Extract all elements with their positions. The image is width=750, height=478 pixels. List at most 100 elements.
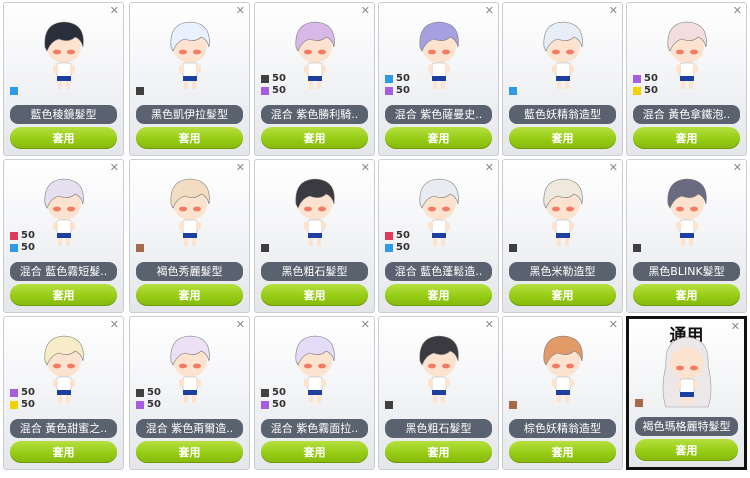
- mix-ratio: 50: [21, 399, 35, 410]
- apply-button[interactable]: 套用: [385, 441, 492, 463]
- color-swatch: [10, 401, 18, 409]
- color-swatch: [10, 244, 18, 252]
- character-preview: [29, 329, 99, 407]
- hair-card: ✕ 50 50 混合 藍色霧短髮.. 套用: [3, 159, 124, 313]
- character-preview: [528, 15, 598, 93]
- close-icon[interactable]: ✕: [733, 162, 742, 173]
- hair-name-label: 褐色秀麗髮型: [136, 262, 243, 281]
- color-swatch: [509, 87, 517, 95]
- mix-ratio: 50: [396, 230, 410, 241]
- color-swatches: [509, 85, 520, 97]
- swatch-row: 50: [261, 399, 286, 411]
- close-icon[interactable]: ✕: [485, 319, 494, 330]
- character-preview: [528, 329, 598, 407]
- close-icon[interactable]: ✕: [485, 5, 494, 16]
- swatch-row: 50: [633, 73, 658, 85]
- hair-name-label: 黑色BLINK髮型: [633, 262, 740, 281]
- character-preview: [29, 172, 99, 250]
- apply-button[interactable]: 套用: [136, 441, 243, 463]
- character-preview: [155, 172, 225, 250]
- apply-button[interactable]: 套用: [261, 127, 368, 149]
- hair-card: ✕ 藍色稜鏡髮型 套用: [3, 2, 124, 156]
- mix-ratio: 50: [396, 242, 410, 253]
- close-icon[interactable]: ✕: [110, 5, 119, 16]
- mix-ratio: 50: [21, 230, 35, 241]
- color-swatch: [136, 87, 144, 95]
- close-icon[interactable]: ✕: [110, 162, 119, 173]
- hair-name-label: 混合 黃色拿鐵泡..: [633, 105, 740, 124]
- apply-button[interactable]: 套用: [10, 441, 117, 463]
- apply-button[interactable]: 套用: [509, 441, 616, 463]
- apply-button[interactable]: 套用: [509, 127, 616, 149]
- apply-button[interactable]: 套用: [261, 441, 368, 463]
- color-swatch: [136, 244, 144, 252]
- apply-button[interactable]: 套用: [136, 284, 243, 306]
- apply-button[interactable]: 套用: [136, 127, 243, 149]
- close-icon[interactable]: ✕: [361, 5, 370, 16]
- close-icon[interactable]: ✕: [733, 5, 742, 16]
- color-swatch: [633, 244, 641, 252]
- mix-ratio: 50: [644, 85, 658, 96]
- hair-card: ✕ 50 50 混合 紫色勝利騎.. 套用: [254, 2, 375, 156]
- apply-button[interactable]: 套用: [509, 284, 616, 306]
- character-preview: [155, 329, 225, 407]
- close-icon[interactable]: ✕: [609, 319, 618, 330]
- mix-ratio: 50: [644, 73, 658, 84]
- apply-button[interactable]: 套用: [261, 284, 368, 306]
- swatch-row: 50: [385, 242, 410, 254]
- hair-name-label: 黑色粗石髮型: [261, 262, 368, 281]
- character-preview: [280, 172, 350, 250]
- close-icon[interactable]: ✕: [361, 162, 370, 173]
- character-preview: [155, 15, 225, 93]
- hair-name-label: 混合 黃色甜蜜之..: [10, 419, 117, 438]
- color-swatches: 50 50: [385, 230, 410, 254]
- character-preview: [404, 15, 474, 93]
- hair-card: ✕ 黑色米勒造型 套用: [502, 159, 623, 313]
- hair-card: ✕ 50 50 混合 紫色霧面拉.. 套用: [254, 316, 375, 470]
- apply-button[interactable]: 套用: [385, 127, 492, 149]
- close-icon[interactable]: ✕: [236, 162, 245, 173]
- swatch-row: 50: [261, 387, 286, 399]
- swatch-row: 50: [385, 73, 410, 85]
- mix-ratio: 50: [272, 387, 286, 398]
- hair-name-label: 黑色凱伊拉髮型: [136, 105, 243, 124]
- color-swatch: [385, 244, 393, 252]
- color-swatches: 50 50: [633, 73, 658, 97]
- color-swatch: [633, 75, 641, 83]
- close-icon[interactable]: ✕: [361, 319, 370, 330]
- close-icon[interactable]: ✕: [609, 162, 618, 173]
- apply-button[interactable]: 套用: [633, 284, 740, 306]
- apply-button[interactable]: 套用: [635, 439, 738, 461]
- swatch-row: [385, 399, 396, 411]
- color-swatch: [385, 87, 393, 95]
- close-icon[interactable]: ✕: [236, 319, 245, 330]
- color-swatches: 50 50: [261, 73, 286, 97]
- color-swatches: [509, 399, 520, 411]
- close-icon[interactable]: ✕: [609, 5, 618, 16]
- color-swatch: [136, 389, 144, 397]
- color-swatches: 50 50: [385, 73, 410, 97]
- color-swatch: [633, 87, 641, 95]
- apply-button[interactable]: 套用: [633, 127, 740, 149]
- apply-button[interactable]: 套用: [385, 284, 492, 306]
- color-swatches: [509, 242, 520, 254]
- apply-button[interactable]: 套用: [10, 127, 117, 149]
- color-swatch: [261, 75, 269, 83]
- swatch-row: [10, 85, 21, 97]
- close-icon[interactable]: ✕: [236, 5, 245, 16]
- hair-card: ✕ 50 50 混合 黃色甜蜜之.. 套用: [3, 316, 124, 470]
- color-swatches: [385, 399, 396, 411]
- color-swatch: [261, 389, 269, 397]
- close-icon[interactable]: ✕: [485, 162, 494, 173]
- close-icon[interactable]: ✕: [110, 319, 119, 330]
- apply-button[interactable]: 套用: [10, 284, 117, 306]
- color-swatch: [635, 399, 643, 407]
- swatch-row: [509, 85, 520, 97]
- hair-card: ✕ 黑色BLINK髮型 套用: [626, 159, 747, 313]
- swatch-row: [635, 397, 646, 409]
- character-preview: [404, 172, 474, 250]
- swatch-row: [509, 399, 520, 411]
- color-swatches: [136, 85, 147, 97]
- color-swatch: [385, 75, 393, 83]
- color-swatch: [509, 401, 517, 409]
